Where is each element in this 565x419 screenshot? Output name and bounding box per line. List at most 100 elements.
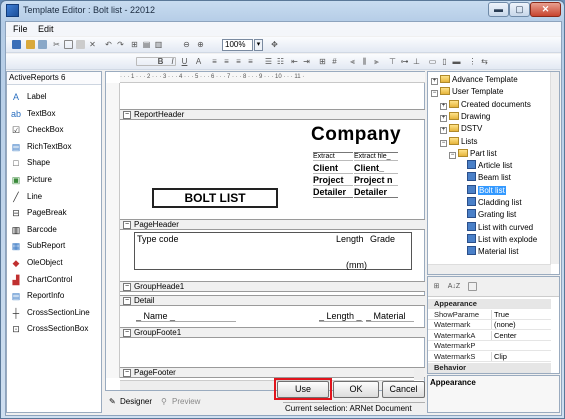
band-detail[interactable]: − Detail: [120, 295, 425, 306]
cut-icon[interactable]: ✂: [52, 40, 61, 49]
paste-icon[interactable]: [76, 40, 85, 49]
use-button[interactable]: Use: [277, 381, 329, 398]
ok-button[interactable]: OK: [333, 381, 379, 398]
property-row[interactable]: ShowParame True: [428, 309, 551, 320]
maximize-button[interactable]: ▢: [509, 2, 530, 17]
justify-icon[interactable]: ≡: [246, 57, 255, 66]
project-label[interactable]: Project: [313, 175, 353, 186]
menu-file[interactable]: File: [13, 24, 28, 34]
toolbox-item-subreport[interactable]: ▦ SubReport: [9, 238, 99, 254]
extract-value[interactable]: Extract file_: [354, 152, 398, 161]
toolbox-item-crosssectionbox[interactable]: ⊡ CrossSectionBox: [9, 321, 99, 337]
zoom-combo[interactable]: 100%: [222, 39, 253, 51]
align-right-icon[interactable]: ≡: [234, 57, 243, 66]
indent-icon[interactable]: ⇥: [302, 57, 311, 66]
toolbox-item-crosssectionline[interactable]: ┼ CrossSectionLine: [9, 305, 99, 321]
save-icon[interactable]: [12, 40, 21, 49]
align-center-icon[interactable]: ≡: [222, 57, 231, 66]
project-value[interactable]: Project n: [354, 175, 398, 186]
tree-node[interactable]: − Lists: [440, 136, 477, 147]
arrange-icon[interactable]: ⇆: [480, 57, 489, 66]
bullets-icon[interactable]: ☰: [264, 57, 273, 66]
property-row[interactable]: Watermark (none): [428, 320, 551, 331]
collapse-icon[interactable]: −: [123, 369, 131, 377]
chevron-down-icon[interactable]: ▾: [254, 39, 263, 51]
tree-node[interactable]: + Advance Template: [431, 74, 518, 85]
tree-horizontal-scrollbar[interactable]: [428, 264, 551, 274]
collapse-icon[interactable]: −: [123, 283, 131, 291]
designer-vertical-scrollbar[interactable]: [414, 369, 424, 380]
toolbox-item-label[interactable]: A Label: [9, 89, 99, 105]
client-value[interactable]: Client_: [354, 163, 398, 174]
toolbox-item-barcode[interactable]: ▥ Barcode: [9, 222, 99, 238]
same-height-icon[interactable]: ▬: [452, 57, 461, 66]
tree-node[interactable]: Grating list: [458, 209, 516, 220]
toolbox-item-pagebreak[interactable]: ⊟ PageBreak: [9, 205, 99, 221]
detailer-value[interactable]: Detailer: [354, 187, 398, 198]
collapse-icon[interactable]: −: [123, 297, 131, 305]
toolbox-item-picture[interactable]: ▣ Picture: [9, 172, 99, 188]
align-grid-icon[interactable]: ⊞: [130, 40, 139, 49]
unit-mm[interactable]: (mm): [346, 260, 367, 270]
zoom-out-icon[interactable]: ⊖: [182, 40, 191, 49]
same-width-icon[interactable]: ▯: [440, 57, 449, 66]
new-icon[interactable]: [38, 40, 47, 49]
field-length[interactable]: _ Length _: [319, 311, 363, 322]
redo-icon[interactable]: ↷: [116, 40, 125, 49]
property-value[interactable]: Center: [491, 330, 517, 340]
font-color-icon[interactable]: A: [194, 57, 203, 66]
collapse-icon[interactable]: −: [449, 151, 456, 159]
extract-label[interactable]: Extract: [313, 152, 353, 161]
client-label[interactable]: Client: [313, 163, 353, 174]
tree-node[interactable]: Beam list: [458, 172, 511, 183]
undo-icon[interactable]: ↶: [104, 40, 113, 49]
toolbox-item-textbox[interactable]: ab TextBox: [9, 106, 99, 122]
collapse-icon[interactable]: −: [123, 111, 131, 119]
tree-node[interactable]: − Part list: [449, 148, 497, 159]
toolbox-item-oleobject[interactable]: ◆ OleObject: [9, 255, 99, 271]
col-grade[interactable]: Grade: [370, 234, 395, 244]
align-tops-icon[interactable]: ⊤: [388, 57, 397, 66]
col-type-code[interactable]: Type code: [137, 234, 179, 244]
layout-icon[interactable]: ✥: [270, 40, 279, 49]
property-row[interactable]: WatermarkP: [428, 341, 551, 352]
categorized-icon[interactable]: ⊞: [432, 282, 441, 291]
expand-icon[interactable]: +: [440, 127, 447, 135]
spacing-icon[interactable]: ⋮: [468, 57, 477, 66]
tree-node[interactable]: List with curved: [458, 221, 533, 233]
company-field[interactable]: Company: [311, 124, 401, 146]
minimize-button[interactable]: ▬: [488, 2, 509, 17]
alphabetical-icon[interactable]: A↓Z: [446, 282, 462, 291]
collapse-icon[interactable]: −: [123, 221, 131, 229]
collapse-icon[interactable]: −: [440, 139, 447, 147]
underline-icon[interactable]: U: [180, 57, 189, 66]
property-value[interactable]: True: [491, 309, 509, 319]
tree-vertical-scrollbar[interactable]: [550, 72, 559, 264]
band-group-footer[interactable]: − GroupFoote1: [120, 327, 425, 338]
align-left-icon[interactable]: ≡: [210, 57, 219, 66]
tree-node[interactable]: + Drawing: [440, 111, 490, 122]
report-title[interactable]: BOLT LIST: [152, 188, 278, 208]
expand-icon[interactable]: +: [440, 114, 447, 122]
align-centers-icon[interactable]: ⫼: [360, 57, 369, 66]
expand-icon[interactable]: +: [431, 78, 438, 85]
same-size-icon[interactable]: ▭: [428, 57, 437, 66]
property-row[interactable]: WatermarkS Clip: [428, 352, 551, 362]
band-page-footer[interactable]: − PageFooter: [120, 367, 425, 378]
tab-designer[interactable]: Designer: [120, 397, 152, 406]
tree-node[interactable]: Material list: [458, 246, 518, 257]
toolbox-item-richtextbox[interactable]: ▤ RichTextBox: [9, 139, 99, 155]
collapse-icon[interactable]: −: [123, 329, 131, 337]
tree-node[interactable]: Bolt list: [458, 184, 506, 196]
menu-edit[interactable]: Edit: [38, 24, 54, 34]
open-icon[interactable]: [26, 40, 35, 49]
close-button[interactable]: ✕: [530, 2, 561, 17]
toolbox-item-checkbox[interactable]: ☑ CheckBox: [9, 122, 99, 138]
collapse-icon[interactable]: −: [431, 90, 438, 98]
tree-node[interactable]: Article list: [458, 160, 512, 171]
toolbox-item-shape[interactable]: □ Shape: [9, 155, 99, 171]
property-row[interactable]: WatermarkA Center: [428, 330, 551, 341]
grid-icon[interactable]: #: [330, 57, 339, 66]
designer-surface[interactable]: · · · 1 · · · 2 · · · 3 · · · 4 · · · 5 …: [105, 71, 425, 391]
toolbox-item-line[interactable]: ╱ Line: [9, 189, 99, 205]
